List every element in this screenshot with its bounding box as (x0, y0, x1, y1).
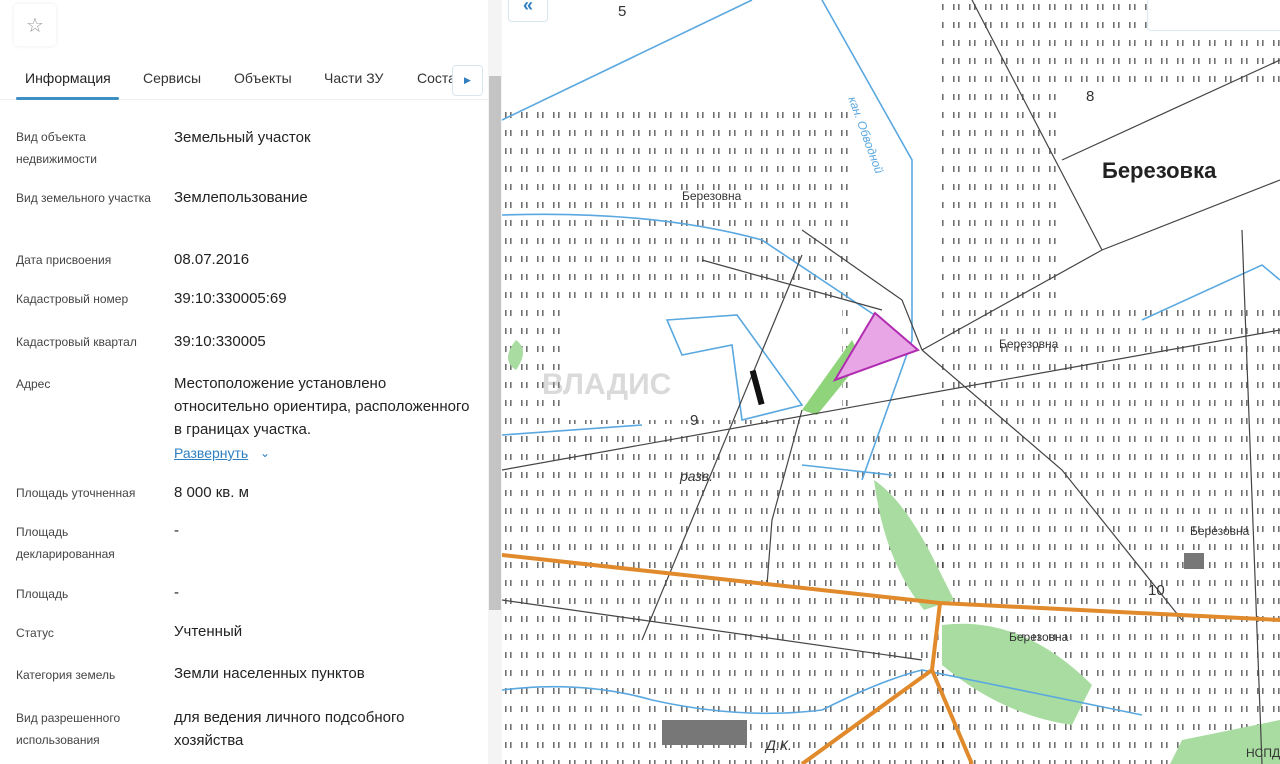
map-label: Березовна (1009, 630, 1069, 644)
field-label: Адрес (16, 377, 51, 391)
field-label: Площадь (16, 587, 69, 601)
attribution: НСПД 2 (1246, 746, 1280, 760)
expand-link[interactable]: Развернуть (174, 443, 248, 463)
field-value: Землепользование (174, 189, 308, 206)
field-value: 08.07.2016 (174, 251, 250, 268)
map-label: Березовна (1190, 524, 1250, 538)
tab-parts[interactable]: Части ЗУ (324, 70, 383, 86)
field-value: для ведения личного подсобного хозяйства (174, 709, 405, 749)
map-label: 5 (618, 3, 627, 20)
field-value: - (174, 584, 179, 601)
village-label: Березовка (1102, 158, 1217, 183)
field-label: Вид объекта недвижимости (16, 130, 97, 166)
map-label: разв. (680, 468, 713, 484)
field-area (1062, 90, 1280, 300)
favorite-button[interactable]: ☆ (14, 4, 56, 46)
info-panel: ☆ Информация Сервисы Объекты Части ЗУ Со… (0, 0, 488, 764)
map-label: Березовна (999, 337, 1059, 351)
field-value: - (174, 522, 179, 539)
field-value: Земельный участок (174, 129, 311, 146)
chevron-down-icon[interactable]: ⌄ (260, 443, 270, 463)
field-label: Вид разрешенного использования (16, 711, 121, 747)
field-label: Статус (16, 626, 54, 640)
field-value: 39:10:330005 (174, 333, 266, 350)
cadastral-number: 39:10:330005:69 (174, 290, 287, 307)
tab-composition[interactable]: Соста (417, 70, 456, 86)
tab-bar: Информация Сервисы Объекты Части ЗУ Сост… (0, 56, 488, 100)
map-label: Д.К. (766, 737, 792, 753)
map-label: 10 (1148, 582, 1165, 599)
field-label: Площадь декларированная (16, 525, 115, 561)
map-label: 9 (690, 412, 699, 429)
tab-objects[interactable]: Объекты (234, 70, 292, 86)
tab-services[interactable]: Сервисы (143, 70, 201, 86)
active-tab-indicator (16, 97, 119, 100)
field-label: Кадастровый номер (16, 292, 129, 306)
field-label: Вид земельного участка (16, 191, 151, 205)
building-block (662, 720, 747, 745)
caret-right-icon: ▶ (464, 75, 471, 85)
map-label: 8 (1086, 88, 1095, 105)
field-value: Учтенный (174, 623, 243, 640)
field-label: Кадастровый квартал (16, 335, 137, 349)
building (1184, 553, 1204, 569)
tab-information[interactable]: Информация (25, 70, 111, 86)
collapse-panel-button[interactable]: « (508, 0, 548, 22)
scrollbar-thumb[interactable] (489, 76, 501, 610)
map-search-box[interactable] (1147, 0, 1280, 31)
watermark: ВЛАДИС (542, 368, 672, 401)
field-label: Категория земель (16, 668, 116, 682)
map-view[interactable]: 5 8 Березовка Березовна Березовна Березо… (502, 0, 1280, 764)
field-label: Площадь уточненная (16, 486, 136, 500)
tabs-scroll-right-button[interactable]: ▶ (452, 65, 483, 96)
star-outline-icon: ☆ (26, 14, 44, 37)
field-label: Дата присвоения (16, 253, 112, 267)
address-value: Местоположение установлено относительно … (174, 375, 470, 438)
field-value: 8 000 кв. м (174, 484, 249, 501)
map-label: Березовна (682, 189, 742, 203)
field-value: Земли населенных пунктов (174, 665, 365, 682)
